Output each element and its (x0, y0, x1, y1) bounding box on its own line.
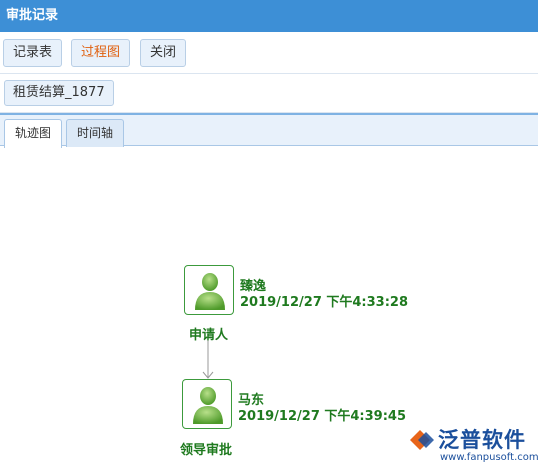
node-role: 申请人 (189, 328, 229, 343)
flow-canvas: 臻逸 2019/12/27 下午4:33:28 申请人 马东 2019/12/2… (0, 146, 538, 471)
flow-node-leader-approval[interactable] (182, 379, 232, 429)
watermark-logo: 泛普软件 www.fanpusoft.com (408, 424, 538, 470)
document-name: 租赁结算_1877 (4, 80, 114, 106)
user-avatar-icon (193, 387, 223, 424)
process-chart-button[interactable]: 过程图 (71, 39, 131, 67)
node-timestamp: 2019/12/27 下午4:39:45 (238, 409, 407, 424)
fanpu-logo-icon (410, 430, 434, 450)
user-avatar-icon (195, 273, 225, 310)
tab-track-chart[interactable]: 轨迹图 (4, 119, 63, 148)
tab-bar: 轨迹图 时间轴 (0, 113, 538, 148)
node-role: 领导审批 (180, 443, 233, 458)
watermark-url: www.fanpusoft.com (440, 452, 538, 463)
tab-timeline[interactable]: 时间轴 (66, 119, 125, 147)
window-title: 审批记录 (0, 0, 538, 32)
flow-node-applicant[interactable] (184, 265, 234, 315)
node-timestamp: 2019/12/27 下午4:33:28 (240, 295, 409, 310)
document-bar: 租赁结算_1877 (0, 75, 538, 113)
record-table-button[interactable]: 记录表 (3, 39, 63, 67)
down-arrow-connector (202, 338, 214, 379)
watermark-brand: 泛普软件 (438, 428, 526, 452)
toolbar: 记录表 过程图 关闭 (0, 32, 538, 74)
close-button[interactable]: 关闭 (140, 39, 187, 67)
